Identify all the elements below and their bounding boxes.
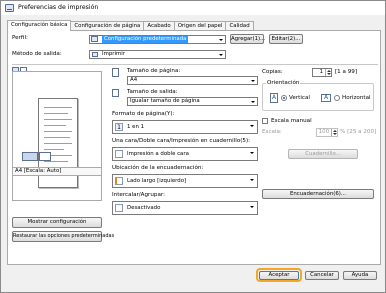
orientation-label: Orientación — [266, 80, 301, 86]
page-layout-select[interactable]: 1 1 en 1 — [112, 120, 258, 134]
page-size-value: A4 — [130, 77, 138, 83]
show-settings-button[interactable]: Mostrar configuración — [12, 217, 102, 228]
duplex-value: Impresión a doble cara — [127, 151, 189, 157]
print-preferences-window: Preferencias de impresión Configuración … — [0, 0, 386, 293]
page-layout-label: Formato de página(Y): — [112, 111, 175, 117]
chevron-down-icon — [251, 101, 255, 103]
window-title: Preferencias de impresión — [18, 4, 99, 11]
page-layout-value: 1 en 1 — [127, 124, 145, 130]
copies-label: Copias: — [262, 69, 283, 75]
portrait-icon: A — [270, 93, 278, 103]
chevron-down-icon — [251, 80, 255, 82]
title-bar: Preferencias de impresión — [1, 1, 385, 15]
copies-value: 1 — [319, 69, 323, 75]
scale-value: 100 — [318, 129, 329, 135]
copies-range: [1 a 99] — [335, 69, 358, 75]
page-size-select[interactable]: A4 — [127, 76, 258, 85]
paper-icon[interactable] — [39, 152, 51, 161]
vertical-radio[interactable] — [281, 95, 287, 101]
chevron-down-icon — [250, 152, 254, 154]
binding-select[interactable]: Lado largo [izquierdo] — [112, 174, 258, 188]
spinner-icon[interactable] — [331, 129, 337, 136]
collate-value: Desactivado — [127, 205, 161, 211]
horizontal-radio[interactable] — [334, 95, 340, 101]
binding-label: Ubicación de la encuadernación: — [112, 165, 204, 171]
cancel-button[interactable]: Cancelar — [305, 271, 339, 280]
chevron-down-icon — [250, 179, 254, 181]
spinner-icon[interactable] — [325, 69, 331, 76]
restore-defaults-button[interactable]: Restaurar las opciones predeterminadas — [12, 231, 114, 242]
binding-button[interactable]: Encuadernación(6)... — [262, 189, 374, 199]
binding-icon — [115, 177, 123, 185]
page-preview — [12, 71, 102, 201]
edit-profile-button[interactable]: Editar(2)... — [269, 34, 303, 44]
printer-icon — [5, 4, 14, 12]
collate-label: Intercalar/Agrupar: — [112, 192, 165, 198]
page-size-icon — [112, 68, 119, 77]
output-size-icon — [112, 89, 119, 97]
chevron-down-icon — [219, 54, 223, 56]
add-profile-button[interactable]: Agregar(1)... — [230, 34, 265, 44]
output-size-label: Tamaño de salida: — [127, 89, 178, 95]
landscape-icon: A — [321, 94, 331, 102]
scale-input[interactable]: 100 — [316, 128, 338, 137]
binding-value: Lado largo [izquierdo] — [127, 178, 187, 184]
output-method-select[interactable]: Imprimir — [89, 50, 226, 59]
divider — [12, 64, 378, 65]
help-button[interactable]: Ayuda — [343, 271, 377, 280]
ok-button[interactable]: Aceptar — [259, 271, 299, 280]
scale-range: % [25 a 200] — [340, 129, 377, 135]
print-icon — [92, 52, 98, 57]
profile-select[interactable]: Configuración predeterminada — [89, 35, 226, 44]
profile-icon — [91, 36, 98, 42]
output-size-select[interactable]: Igualar tamaño de página — [127, 97, 258, 106]
output-method-value: Imprimir — [102, 51, 125, 57]
collate-select[interactable]: Desactivado — [112, 201, 258, 215]
profile-label: Perfil: — [12, 35, 28, 41]
printer-tray-icon[interactable] — [22, 152, 38, 161]
output-method-label: Método de salida: — [12, 51, 62, 57]
collate-icon — [115, 204, 123, 212]
duplex-select[interactable]: Impresión a doble cara — [112, 147, 258, 161]
preview-caption: A4 [Escala: Auto] — [12, 167, 102, 176]
duplex-icon — [115, 150, 123, 158]
chevron-down-icon — [250, 206, 254, 208]
chevron-down-icon — [250, 125, 254, 127]
output-size-value: Igualar tamaño de página — [130, 98, 200, 104]
horizontal-label: Horizontal — [342, 95, 371, 101]
chevron-down-icon — [219, 39, 223, 41]
page-size-label: Tamaño de página: — [127, 68, 181, 74]
profile-value: Configuración predeterminada — [102, 36, 189, 43]
duplex-label: Una cara/Doble cara/Impresión en cuadern… — [112, 138, 251, 144]
basic-settings-panel: Perfil: Configuración predeterminada Agr… — [7, 30, 381, 265]
scale-label: Escala: — [262, 129, 282, 135]
manual-scale-checkbox[interactable] — [262, 118, 268, 124]
tab-basic-settings[interactable]: Configuración básica — [7, 20, 72, 31]
vertical-label: Vertical — [289, 95, 310, 101]
manual-scale-label: Escala manual — [271, 118, 312, 124]
booklet-button[interactable]: Cuadernillo... — [288, 149, 358, 159]
one-up-icon: 1 — [115, 123, 123, 131]
copies-input[interactable]: 1 — [312, 68, 332, 77]
